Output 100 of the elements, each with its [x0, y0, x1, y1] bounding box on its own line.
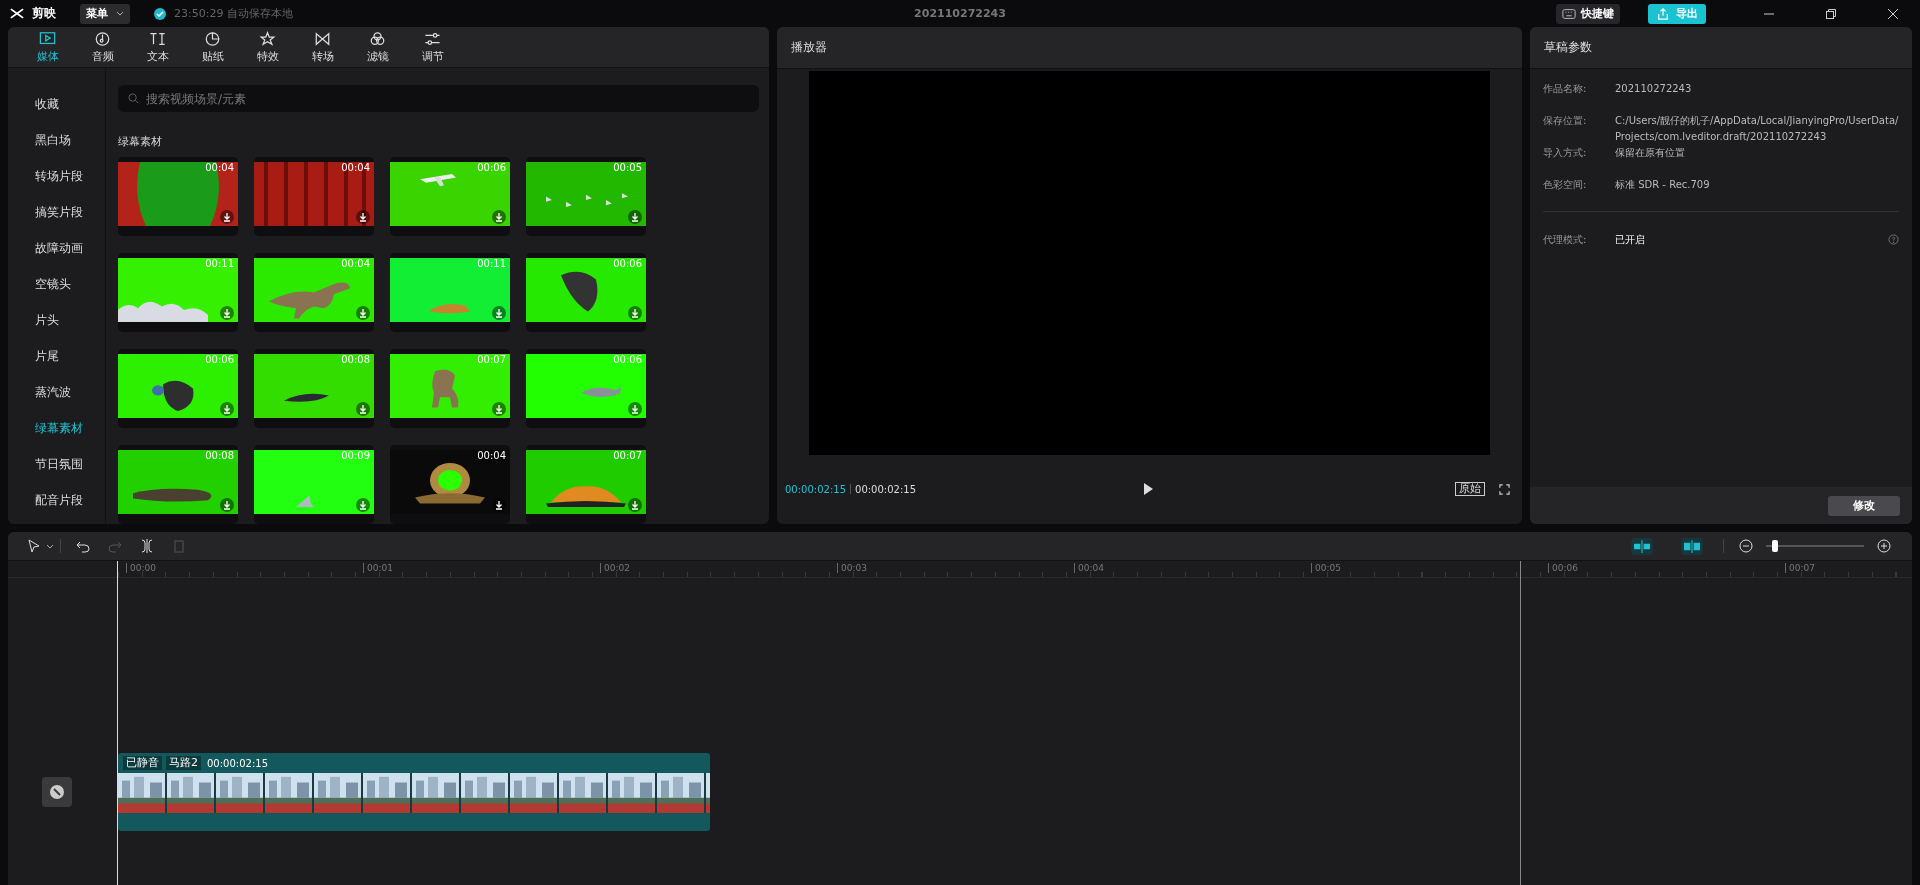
duration-label: 00:07 — [613, 450, 642, 461]
time-tick-label: 00:02 — [600, 563, 630, 573]
cursor-icon[interactable] — [27, 539, 41, 553]
field-value: 202110272243 — [1615, 82, 1693, 96]
star-icon — [258, 30, 277, 47]
media-tab[interactable]: 文本 — [130, 27, 185, 67]
audio-mute-icon[interactable] — [42, 777, 72, 807]
field-label: 作品名称: — [1543, 82, 1588, 96]
category-item[interactable]: 节日氛围 — [8, 446, 105, 482]
media-tab[interactable]: 调节 — [405, 27, 460, 67]
redo-icon — [108, 539, 122, 553]
field-value: 已开启 — [1615, 233, 1646, 247]
search-field[interactable]: 搜索视频场景/元素 — [118, 85, 759, 112]
panel-title: 播放器 — [791, 39, 827, 56]
duration-label: 00:04 — [341, 162, 370, 173]
close-icon[interactable] — [1887, 7, 1899, 20]
help-icon[interactable] — [1888, 234, 1899, 245]
time-tick-label: 00:04 — [1074, 563, 1104, 573]
field-label: 导入方式: — [1543, 146, 1588, 160]
download-icon[interactable] — [628, 210, 642, 224]
ratio-button[interactable]: 原始 — [1455, 482, 1485, 496]
category-item[interactable]: 片尾 — [8, 338, 105, 374]
download-icon[interactable] — [356, 210, 370, 224]
keyboard-icon — [1562, 7, 1576, 20]
current-time: 00:00:02:15 — [785, 483, 846, 495]
section-title: 绿幕素材 — [118, 134, 163, 149]
duration-label: 00:06 — [205, 354, 234, 365]
field-label: 色彩空间: — [1543, 178, 1588, 192]
shortcuts-button[interactable]: 快捷键 — [1556, 3, 1620, 24]
autosave-status: 23:50:29 自动保存本地 — [174, 6, 293, 21]
category-item[interactable]: 搞笑片段 — [8, 194, 105, 230]
menu-dropdown[interactable]: 菜单 — [80, 3, 130, 24]
zoom-in-icon[interactable] — [1877, 539, 1891, 553]
magnet-icon[interactable] — [1631, 537, 1653, 555]
project-title: 202110272243 — [914, 7, 1006, 20]
sliders-icon — [423, 30, 442, 47]
duration-label: 00:07 — [477, 354, 506, 365]
split-icon[interactable] — [140, 539, 154, 553]
undo-icon[interactable] — [76, 539, 90, 553]
category-item[interactable]: 片头 — [8, 302, 105, 338]
duration-label: 00:06 — [477, 162, 506, 173]
caret-icon[interactable] — [46, 543, 54, 549]
category-item[interactable]: 配音片段 — [8, 482, 105, 518]
duration-label: 00:09 — [341, 450, 370, 461]
transition-icon — [313, 30, 332, 47]
maximize-icon[interactable] — [1825, 7, 1837, 20]
category-item[interactable]: 转场片段 — [8, 158, 105, 194]
modify-button[interactable]: 修改 — [1828, 495, 1900, 516]
media-tab[interactable]: 滤镜 — [350, 27, 405, 67]
text-icon — [148, 30, 167, 47]
download-icon[interactable] — [220, 210, 234, 224]
field-label: 保存位置: — [1543, 114, 1588, 128]
panel-title: 草稿参数 — [1544, 39, 1592, 56]
play-icon[interactable] — [1142, 483, 1153, 495]
media-tile[interactable]: 00:04 — [390, 445, 510, 524]
category-item[interactable]: 蒸汽波 — [8, 374, 105, 410]
media-tile[interactable]: 00:04 — [254, 157, 374, 236]
filter-icon — [368, 30, 387, 47]
field-label: 代理模式: — [1543, 233, 1588, 247]
zoom-out-icon[interactable] — [1739, 539, 1753, 553]
app-name: 剪映 — [32, 5, 56, 22]
duration-label: 00:06 — [613, 354, 642, 365]
total-time: 00:00:02:15 — [855, 483, 917, 495]
time-tick-label: 00:01 — [363, 563, 393, 573]
category-item[interactable]: 黑白场 — [8, 122, 105, 158]
duration-label: 00:04 — [477, 450, 506, 461]
duration-label: 00:08 — [205, 450, 234, 461]
media-tab[interactable]: 媒体 — [20, 27, 75, 67]
muted-tag: 已静音 — [123, 756, 162, 770]
duration-label: 00:05 — [613, 162, 642, 173]
music-note-icon — [93, 30, 112, 47]
time-tick-label: 00:03 — [837, 563, 867, 573]
category-item[interactable]: 空镜头 — [8, 266, 105, 302]
delete-icon — [172, 539, 186, 553]
duration-label: 00:11 — [205, 258, 234, 269]
media-tab[interactable]: 贴纸 — [185, 27, 240, 67]
share-icon — [1656, 7, 1670, 20]
duration-label: 00:11 — [477, 258, 506, 269]
link-icon[interactable] — [1681, 537, 1703, 555]
check-icon — [154, 7, 166, 20]
category-item[interactable]: 绿幕素材 — [8, 410, 105, 446]
caret-icon — [116, 11, 124, 16]
category-item[interactable]: 收藏 — [8, 86, 105, 122]
field-value: 标准 SDR - Rec.709 — [1615, 178, 1711, 192]
time-tick-label: 00:00 — [126, 563, 156, 573]
sticker-icon — [203, 30, 222, 47]
field-value: 保留在原有位置 — [1615, 146, 1686, 160]
media-tab[interactable]: 特效 — [240, 27, 295, 67]
category-item[interactable]: 故障动画 — [8, 230, 105, 266]
clip-name: 马路2 — [166, 756, 201, 770]
media-tab[interactable]: 转场 — [295, 27, 350, 67]
media-tab[interactable]: 音频 — [75, 27, 130, 67]
video-clip[interactable]: 已静音 马路2 00:00:02:15 — [118, 753, 710, 831]
duration-label: 00:04 — [341, 258, 370, 269]
time-tick-label: 00:06 — [1548, 563, 1578, 573]
duration-label: 00:08 — [341, 354, 370, 365]
media-icon — [38, 30, 57, 47]
time-tick-label: 00:05 — [1311, 563, 1341, 573]
time-tick-label: 00:07 — [1785, 563, 1815, 573]
fullscreen-icon[interactable] — [1499, 483, 1510, 495]
